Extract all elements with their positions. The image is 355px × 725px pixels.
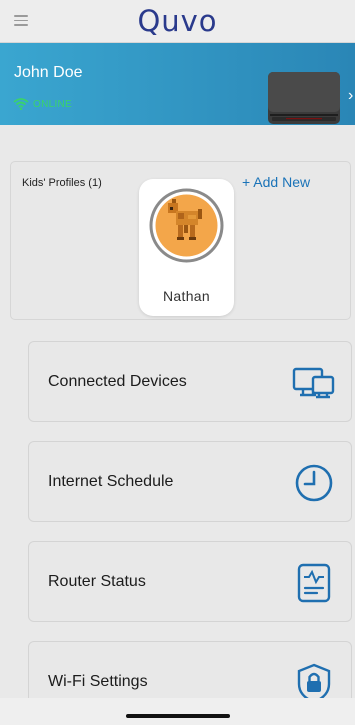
clock-icon xyxy=(295,464,333,502)
home-indicator[interactable] xyxy=(126,714,230,718)
avatar xyxy=(149,188,224,263)
menu-item-router-status[interactable]: Router Status xyxy=(28,541,352,622)
chevron-right-icon: › xyxy=(348,87,354,104)
router-image xyxy=(268,72,340,124)
top-bar: Quvo xyxy=(0,0,355,43)
menu-item-label: Wi-Fi Settings xyxy=(48,673,148,690)
status-report-icon xyxy=(297,563,331,603)
menu-item-internet-schedule[interactable]: Internet Schedule xyxy=(28,441,352,522)
bottom-safe-area xyxy=(0,698,355,725)
menu-item-label: Internet Schedule xyxy=(48,473,174,490)
add-new-profile-button[interactable]: + Add New xyxy=(242,174,310,190)
status-row: ONLINE xyxy=(13,98,72,110)
menu-item-connected-devices[interactable]: Connected Devices xyxy=(28,341,352,422)
wifi-icon xyxy=(13,98,29,110)
monitor-icon xyxy=(292,367,335,399)
profile-card-nathan[interactable]: Nathan xyxy=(139,179,234,316)
user-name: John Doe xyxy=(14,64,83,81)
menu-item-label: Connected Devices xyxy=(48,373,187,390)
account-banner[interactable]: John Doe ONLINE › xyxy=(0,43,355,125)
profile-name: Nathan xyxy=(163,288,210,304)
kids-profiles-title: Kids' Profiles (1) xyxy=(22,177,102,189)
status-badge: ONLINE xyxy=(33,98,73,110)
app-logo: Quvo xyxy=(137,4,218,38)
menu-item-label: Router Status xyxy=(48,573,146,590)
